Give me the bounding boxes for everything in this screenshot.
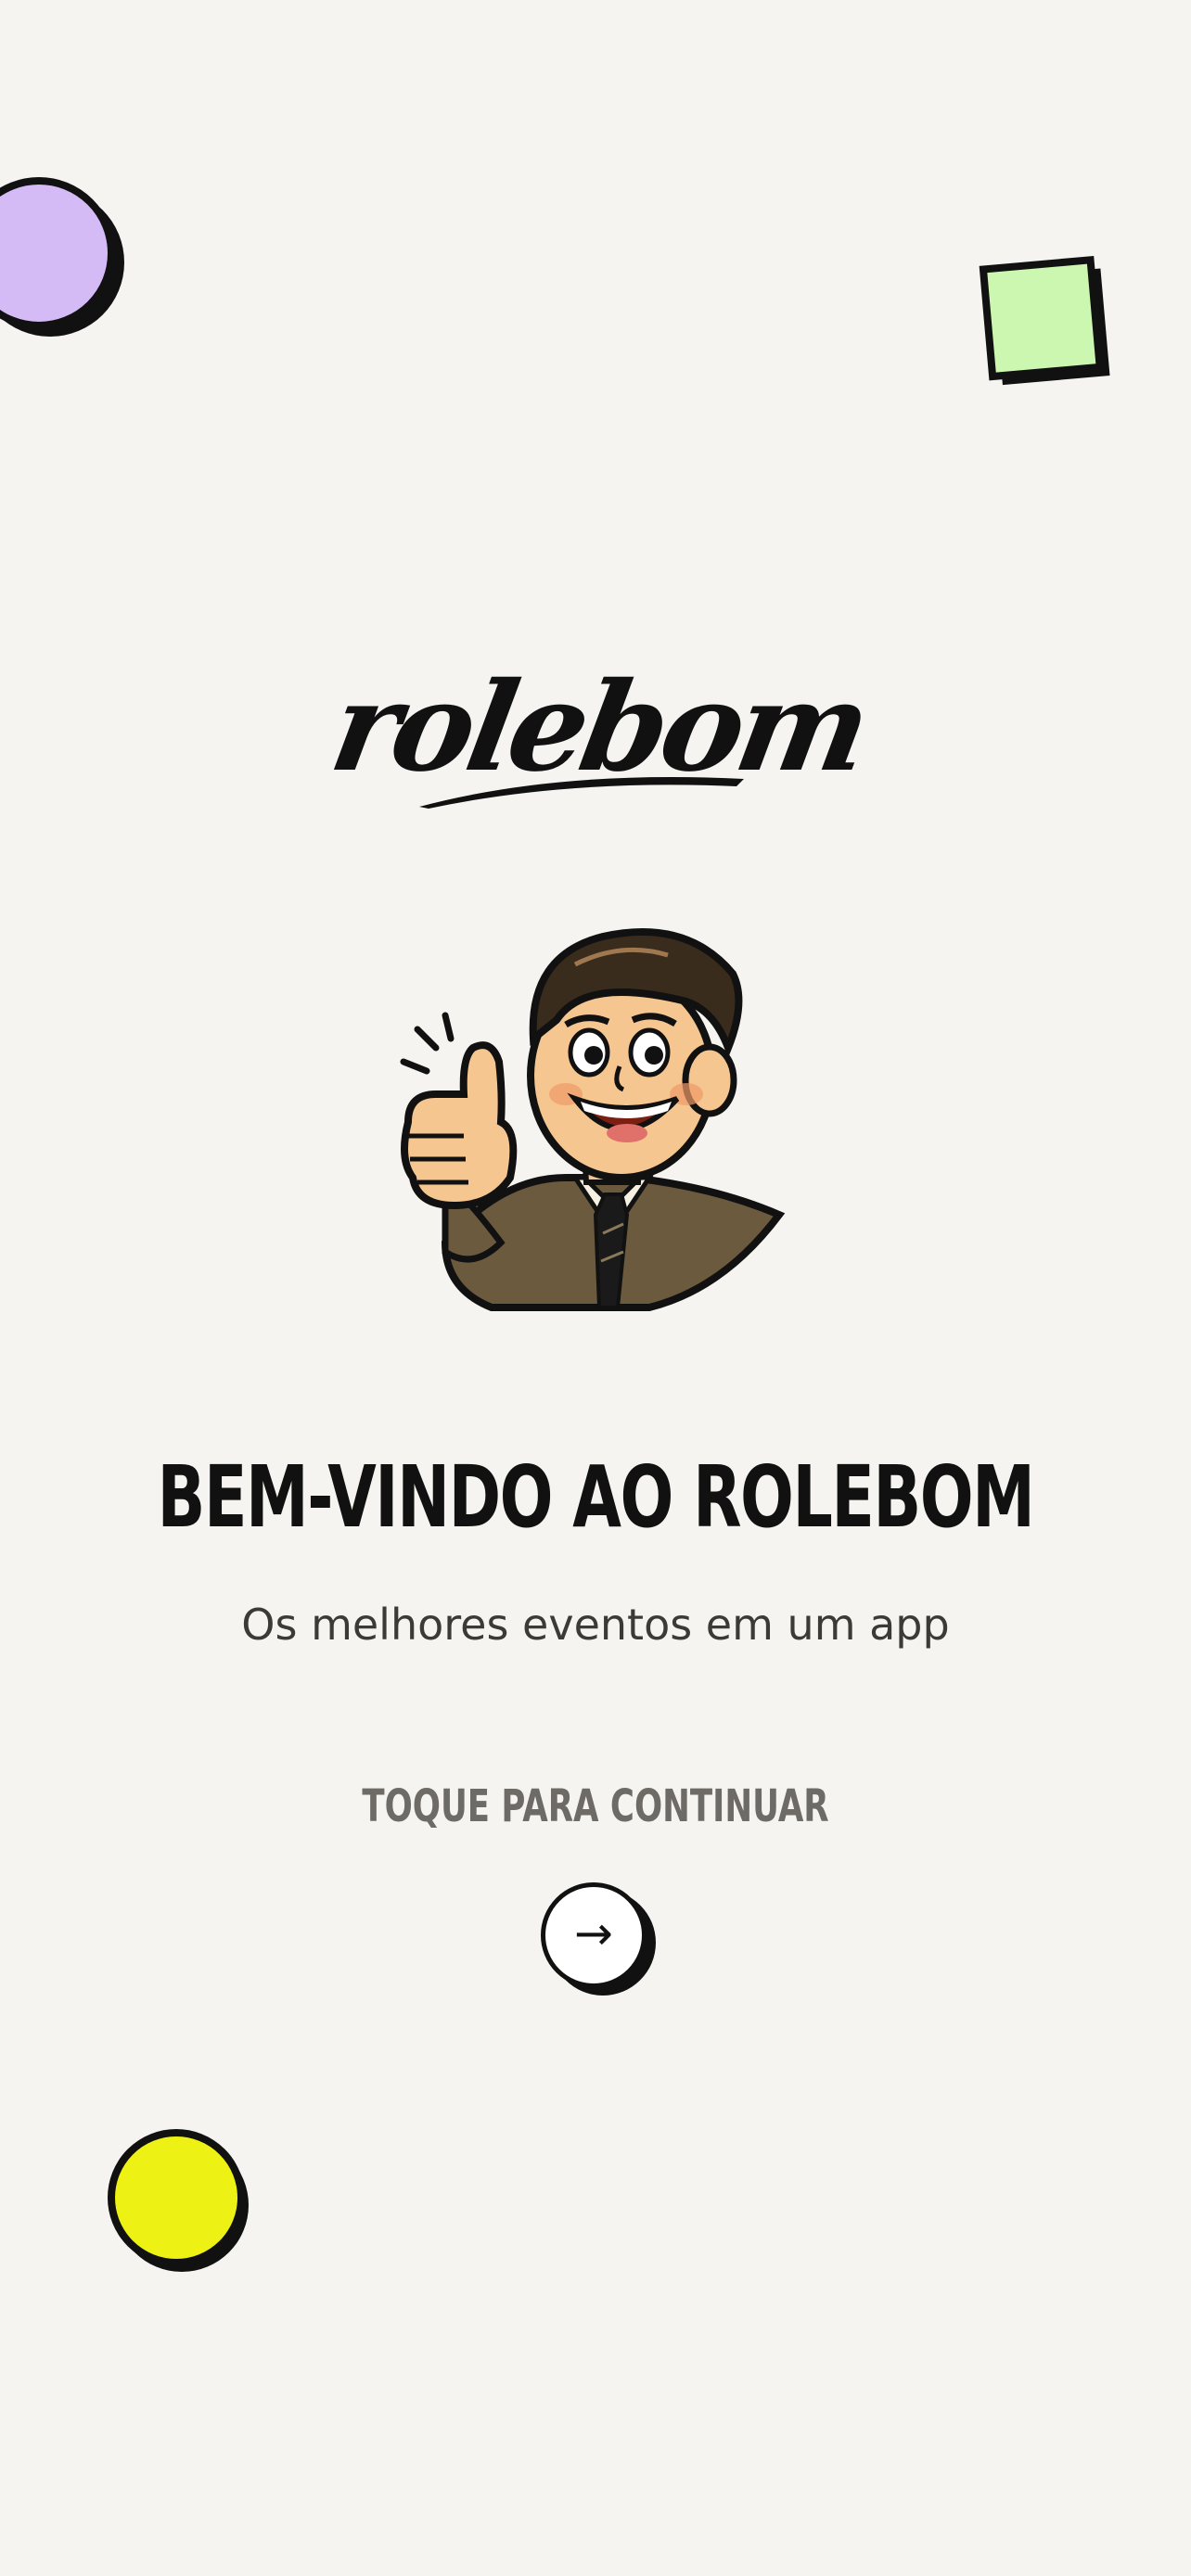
tap-to-continue-label[interactable]: TOQUE PARA CONTINUAR [155,1779,1036,1834]
logo-text: rolebom [322,656,876,799]
green-square-decoration [979,256,1110,386]
purple-circle-decoration [0,177,124,337]
arrow-right-icon: → [574,1906,613,1960]
welcome-subtitle: Os melhores eventos em um app [241,1600,950,1650]
app-logo: rolebom [0,640,1191,825]
continue-button[interactable]: → [541,1882,647,1988]
welcome-headline: BEM-VINDO AO ROLEBOM [157,1447,1035,1547]
yellow-circle-decoration [108,2129,249,2272]
thumbs-up-mascot [400,928,786,1311]
